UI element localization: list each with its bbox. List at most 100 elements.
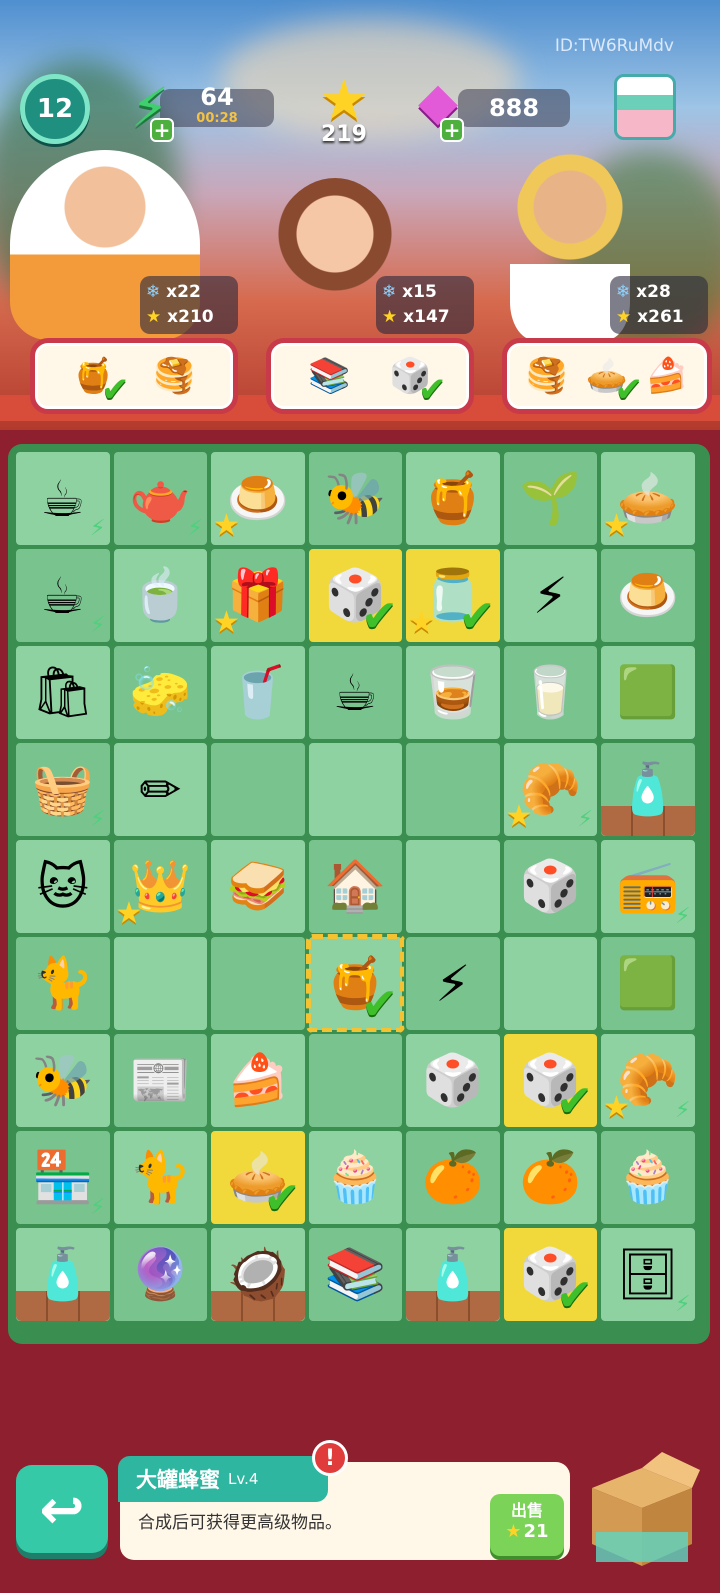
- energy-bolt-icon: ⚡: [675, 904, 691, 929]
- shopping-bag-icon: 🛍: [31, 663, 95, 721]
- board-cell-bottle-web[interactable]: 🧴: [14, 1226, 112, 1323]
- board-cell-tabby-cat[interactable]: 🐈: [111, 1129, 209, 1226]
- board-cell-teapot-tray[interactable]: ☕ ⚡: [14, 547, 112, 644]
- order-orange-tart-icon: 🥧 ✔: [585, 356, 643, 410]
- green-cupcake-icon: 🧁: [616, 1148, 679, 1206]
- board-cell-orange[interactable]: 🍊: [404, 1129, 502, 1226]
- board-cell-eraser[interactable]: 🧽: [111, 644, 209, 741]
- storage-box-icon[interactable]: [582, 1448, 702, 1572]
- board-cell-timer-hut[interactable]: 🏠: [306, 838, 404, 935]
- energy-bolt-icon: ⚡: [90, 1195, 106, 1220]
- board-cell-newspaper[interactable]: 📰: [111, 1032, 209, 1129]
- board-cell-sandwich[interactable]: 🥪: [209, 838, 307, 935]
- board-cell-coconut-web[interactable]: 🥥: [209, 1226, 307, 1323]
- board-cell-glass-jar[interactable]: 🫙 ★ ✔: [404, 547, 502, 644]
- check-icon: ✔: [361, 591, 398, 642]
- board-cell-empty[interactable]: [306, 1032, 404, 1129]
- board-cell-bottle-web[interactable]: 🧴: [599, 741, 697, 838]
- board-cell-pencil-sharpener[interactable]: ✏: [111, 741, 209, 838]
- board-cell-empty[interactable]: [209, 935, 307, 1032]
- check-icon: ✔: [361, 979, 398, 1030]
- board-cell-books[interactable]: 📚: [306, 1226, 404, 1323]
- board-cell-orange[interactable]: 🍊: [501, 1129, 599, 1226]
- board-cell-green-cupcake[interactable]: 🧁: [599, 1129, 697, 1226]
- board-cell-empty[interactable]: [501, 935, 599, 1032]
- board-cell-bee-honeycomb[interactable]: 🐝: [14, 1032, 112, 1129]
- board-cell-green-stove[interactable]: 📻 ⚡: [599, 838, 697, 935]
- board-cell-teapot-tray[interactable]: ☕ ⚡: [14, 450, 112, 547]
- board-cell-coffee-mug[interactable]: ☕: [306, 644, 404, 741]
- board-cell-calico-kitten[interactable]: 🐈: [14, 935, 112, 1032]
- board-cell-mystery-chest[interactable]: 🎁 ★: [209, 547, 307, 644]
- board-cell-snow-globe[interactable]: 🔮: [111, 1226, 209, 1323]
- board-cell-orange-tart[interactable]: 🥧 ✔: [209, 1129, 307, 1226]
- back-arrow-button[interactable]: ↩: [16, 1465, 108, 1553]
- board-cell-fruit-tart[interactable]: 🥧 ★: [599, 450, 697, 547]
- energy-plus-button[interactable]: +: [150, 118, 174, 142]
- board-cell-cake-slice[interactable]: 🍰: [209, 1032, 307, 1129]
- board-cell-bread-crate[interactable]: 🥐 ★ ⚡: [501, 741, 599, 838]
- board-cell-green-box[interactable]: 🟩: [599, 644, 697, 741]
- customer-2-rewards: ❄ x15 ★ x147: [376, 276, 474, 334]
- beehive-small-icon: 🐝: [324, 469, 387, 527]
- energy-counter[interactable]: 64 00:28: [160, 83, 274, 127]
- check-icon: ✔: [263, 1173, 301, 1224]
- gem-plus-button[interactable]: +: [440, 118, 464, 142]
- board-cell-tea-set-tray[interactable]: 🫖 ⚡: [111, 450, 209, 547]
- board-cell-book-cart[interactable]: 🗄 ⚡: [599, 1226, 697, 1323]
- star-icon: ★: [505, 1521, 522, 1542]
- board-cell-coffee-cup[interactable]: 🥤: [209, 644, 307, 741]
- check-icon: ✔: [458, 591, 496, 642]
- board-cell-die[interactable]: 🎲: [404, 1032, 502, 1129]
- board-cell-energy-bolt[interactable]: ⚡: [404, 935, 502, 1032]
- item-name: 大罐蜂蜜: [136, 1468, 220, 1492]
- shop-stall-icon[interactable]: [614, 74, 676, 140]
- star-icon: ★: [146, 307, 162, 327]
- board-cell-cat-stall[interactable]: 🏪 ⚡: [14, 1129, 112, 1226]
- coffee-cup-icon: 🥤: [226, 663, 289, 721]
- gem-counter[interactable]: 888: [458, 89, 570, 127]
- board-cell-cup-brown[interactable]: 🥃: [404, 644, 502, 741]
- order-dice-pawn-icon: 🎲 ✔: [389, 356, 447, 410]
- board-cell-empty[interactable]: [306, 741, 404, 838]
- board-cell-bread-crate[interactable]: 🥐 ★ ⚡: [599, 1032, 697, 1129]
- snowflake-icon: ❄: [382, 282, 397, 302]
- board-cell-green-cooker[interactable]: 🟩: [599, 935, 697, 1032]
- star-icon: ★: [213, 508, 240, 543]
- energy-timer: 00:28: [196, 111, 238, 126]
- board-cell-green-cupcake[interactable]: 🧁: [306, 1129, 404, 1226]
- board-cell-siamese-cat[interactable]: 🐱: [14, 838, 112, 935]
- board-cell-tea-cup[interactable]: 🍵: [111, 547, 209, 644]
- star-icon: ★: [603, 1090, 630, 1125]
- energy-bolt-icon: ⚡: [435, 954, 471, 1013]
- board-cell-shopping-bag[interactable]: 🛍: [14, 644, 112, 741]
- board-cell-beehive-small[interactable]: 🐝: [306, 450, 404, 547]
- energy-bolt-icon: ⚡: [90, 613, 106, 638]
- energy-bolt-icon: ⚡: [90, 516, 106, 541]
- board-cell-honey-pudding[interactable]: 🍮 ★: [209, 450, 307, 547]
- alert-icon[interactable]: !: [312, 1440, 348, 1476]
- board-cell-die[interactable]: 🎲: [501, 838, 599, 935]
- board-cell-bottle-web[interactable]: 🧴: [404, 1226, 502, 1323]
- board-cell-dice-pawn[interactable]: 🎲 ✔: [501, 1032, 599, 1129]
- board-cell-sprout[interactable]: 🌱: [501, 450, 599, 547]
- sell-button[interactable]: 出售 ★ 21: [490, 1494, 564, 1556]
- customer-1-order[interactable]: 🍯 ✔ 🥞: [30, 338, 238, 414]
- customer-2-order[interactable]: 📚 🎲 ✔: [266, 338, 474, 414]
- board-cell-dice-pawn[interactable]: 🎲 ✔: [306, 547, 404, 644]
- board-cell-energy-bolt[interactable]: ⚡: [501, 547, 599, 644]
- board-cell-royal-chest[interactable]: 👑 ★: [111, 838, 209, 935]
- customer-3-order[interactable]: 🥞 🥧 ✔ 🍰: [502, 338, 712, 414]
- board-cell-empty[interactable]: [404, 838, 502, 935]
- board-cell-empty[interactable]: [111, 935, 209, 1032]
- board-cell-beehive[interactable]: 🍯: [404, 450, 502, 547]
- player-level-badge[interactable]: 12: [20, 74, 90, 144]
- energy-value: 64: [200, 83, 234, 111]
- board-cell-dice-pawn[interactable]: 🎲 ✔: [501, 1226, 599, 1323]
- board-cell-honey-jar-large[interactable]: 🍯 ✔: [305, 934, 405, 1033]
- board-cell-water-glass[interactable]: 🥛: [501, 644, 599, 741]
- board-cell-empty[interactable]: [209, 741, 307, 838]
- board-cell-empty[interactable]: [404, 741, 502, 838]
- board-cell-picnic-basket[interactable]: 🧺 ⚡: [14, 741, 112, 838]
- board-cell-flan[interactable]: 🍮: [599, 547, 697, 644]
